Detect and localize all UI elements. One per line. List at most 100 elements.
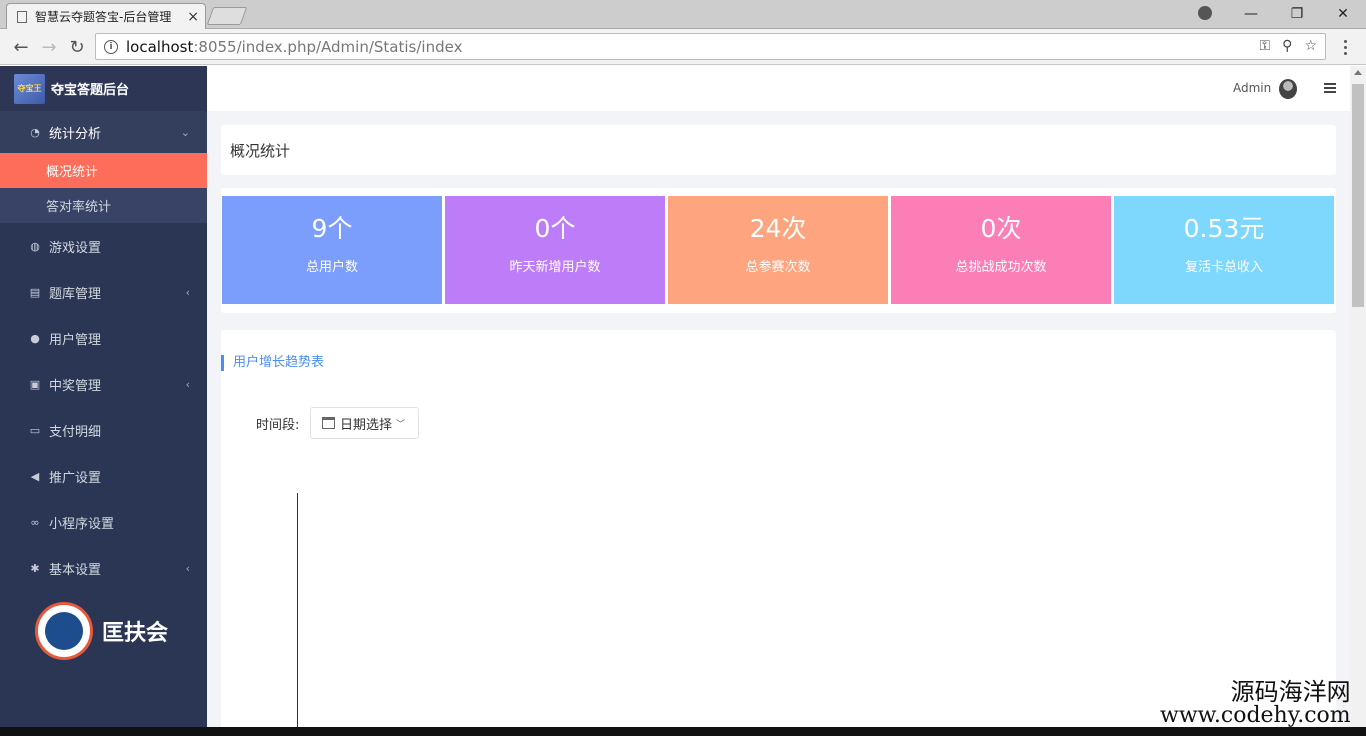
sidebar-item-label: 用户管理 <box>49 332 102 348</box>
gear-icon: ✱ <box>30 561 40 575</box>
scrollbar-thumb[interactable] <box>1352 84 1364 307</box>
address-bar: ← → ↻ i localhost:8055/index.php/Admin/S… <box>0 29 1366 65</box>
card-icon: ▭ <box>29 423 41 437</box>
sidebar-item-promotion[interactable]: ◀ 推广设置 <box>0 453 207 499</box>
org-name: 匡扶会 <box>102 621 169 646</box>
sidebar-item-label: 游戏设置 <box>49 240 102 256</box>
back-icon[interactable]: ← <box>10 36 32 58</box>
browser-menu-icon[interactable] <box>1338 36 1352 58</box>
sidebar-item-question-bank[interactable]: ▤ 题库管理 ‹ <box>0 269 207 315</box>
gamepad-icon: ◍ <box>30 239 40 253</box>
page-title: 概况统计 <box>230 142 291 160</box>
sidebar-item-label: 推广设置 <box>49 470 102 486</box>
hamburger-menu-icon[interactable] <box>1324 83 1336 93</box>
sidebar-item-users[interactable]: ● 用户管理 <box>0 315 207 361</box>
page-title-card: 概况统计 <box>221 125 1336 175</box>
scroll-up-icon[interactable] <box>1354 70 1362 75</box>
url-path: :8055/index.php/Admin/Statis/index <box>193 37 463 56</box>
chevron-down-icon: ⌄ <box>180 125 190 139</box>
brand[interactable]: 夺宝王 夺宝答题后台 <box>0 66 207 111</box>
award-icon: ▣ <box>29 377 41 391</box>
profile-icon[interactable] <box>1198 6 1212 20</box>
tab-close-icon[interactable]: × <box>187 10 199 24</box>
sidebar-item-prizes[interactable]: ▣ 中奖管理 ‹ <box>0 361 207 407</box>
browser-tab[interactable]: 智慧云夺题答宝-后台管理 × <box>6 3 206 29</box>
sidebar-item-basic-settings[interactable]: ✱ 基本设置 ‹ <box>0 545 207 591</box>
date-picker-label: 日期选择 <box>340 417 393 433</box>
sidebar-item-label: 统计分析 <box>49 126 102 142</box>
os-taskbar <box>0 727 1366 736</box>
chevron-left-icon: ‹ <box>185 561 190 575</box>
calendar-icon <box>322 417 335 429</box>
bookmark-star-icon[interactable]: ☆ <box>1304 38 1317 54</box>
avatar[interactable] <box>1279 79 1297 99</box>
watermark-line1: 源码海洋网 <box>1230 678 1351 706</box>
close-window-button[interactable]: ✕ <box>1320 0 1366 28</box>
chevron-down-icon: ﹀ <box>396 419 406 430</box>
chart-card: 用户增长趋势表 时间段: 日期选择 ﹀ <box>221 330 1336 736</box>
sidebar-item-game-settings[interactable]: ◍ 游戏设置 <box>0 223 207 269</box>
list-icon: ▤ <box>29 285 41 299</box>
info-icon[interactable]: i <box>104 39 118 54</box>
brand-logo: 夺宝王 <box>14 73 45 104</box>
sidebar-item-label: 中奖管理 <box>49 378 102 394</box>
url-input[interactable]: i localhost:8055/index.php/Admin/Statis/… <box>95 33 1326 60</box>
maximize-button[interactable]: ❐ <box>1274 0 1320 28</box>
sidebar-item-miniprogram[interactable]: ∞ 小程序设置 <box>0 499 207 545</box>
stat-total-successes: 0次 总挑战成功次数 <box>891 196 1111 304</box>
zoom-icon[interactable]: ⚲ <box>1282 38 1292 54</box>
watermark-line2: www.codehy.com <box>1160 703 1351 728</box>
date-picker[interactable]: 日期选择 ﹀ <box>310 407 419 439</box>
browser-tab-bar: 智慧云夺题答宝-后台管理 × — ❐ ✕ <box>0 0 1366 29</box>
stat-value: 0次 <box>980 214 1022 243</box>
sidebar-item-payments[interactable]: ▭ 支付明细 <box>0 407 207 453</box>
url-host: localhost <box>126 37 194 56</box>
sidebar-item-overview[interactable]: 概况统计 <box>0 153 207 188</box>
chart-y-axis <box>297 493 298 736</box>
main-content: Admin 概况统计 9个 总用户数 0个 昨天新增用户数 24次 总参赛次数 … <box>207 66 1350 736</box>
new-tab-button[interactable] <box>206 7 248 25</box>
user-icon: ● <box>30 331 40 345</box>
sidebar-item-label: 基本设置 <box>49 562 102 578</box>
top-bar: Admin <box>207 66 1350 111</box>
seal-logo <box>35 602 93 660</box>
chevron-left-icon: ‹ <box>185 285 190 299</box>
chevron-left-icon: ‹ <box>185 377 190 391</box>
sidebar-item-label: 题库管理 <box>49 286 102 302</box>
chart-heading: 用户增长趋势表 <box>221 355 324 371</box>
stat-total-entries: 24次 总参赛次数 <box>668 196 888 304</box>
stats-card: 9个 总用户数 0个 昨天新增用户数 24次 总参赛次数 0次 总挑战成功次数 … <box>221 188 1336 313</box>
link-icon: ∞ <box>30 515 40 529</box>
megaphone-icon: ◀ <box>30 469 40 483</box>
org-logo: 匡扶会 <box>35 602 168 660</box>
stat-label: 总参赛次数 <box>745 260 811 275</box>
stat-value: 24次 <box>749 214 807 243</box>
stat-label: 复活卡总收入 <box>1184 260 1263 275</box>
forward-icon[interactable]: → <box>38 36 60 58</box>
page-icon <box>17 10 27 23</box>
watermark: 源码海洋网 www.codehy.com <box>1160 680 1351 728</box>
stat-label: 总用户数 <box>305 260 358 275</box>
sidebar: 夺宝王 夺宝答题后台 ◔ 统计分析 ⌄ 概况统计 答对率统计 ◍ 游戏设置 ▤ … <box>0 66 207 736</box>
stat-revive-income: 0.53元 复活卡总收入 <box>1114 196 1334 304</box>
sidebar-item-label: 支付明细 <box>49 424 102 440</box>
reload-icon[interactable]: ↻ <box>66 36 88 58</box>
stat-label: 总挑战成功次数 <box>955 260 1047 275</box>
minimize-button[interactable]: — <box>1228 0 1274 28</box>
key-icon[interactable]: ⚿ <box>1260 38 1271 54</box>
stat-label: 昨天新增用户数 <box>509 260 601 275</box>
brand-name: 夺宝答题后台 <box>51 83 130 98</box>
stat-new-users-yesterday: 0个 昨天新增用户数 <box>445 196 665 304</box>
page-scrollbar[interactable] <box>1350 66 1366 736</box>
pie-icon: ◔ <box>30 125 40 139</box>
stat-value: 0.53元 <box>1183 214 1265 243</box>
stat-total-users: 9个 总用户数 <box>222 196 442 304</box>
tab-title: 智慧云夺题答宝-后台管理 <box>35 10 172 24</box>
period-label: 时间段: <box>256 418 300 433</box>
admin-name[interactable]: Admin <box>1233 81 1271 95</box>
stat-value: 9个 <box>311 214 353 243</box>
sidebar-item-label: 小程序设置 <box>49 516 115 532</box>
sidebar-item-statistics[interactable]: ◔ 统计分析 ⌄ <box>0 111 207 153</box>
sidebar-item-accuracy[interactable]: 答对率统计 <box>0 188 207 223</box>
stat-value: 0个 <box>534 214 576 243</box>
